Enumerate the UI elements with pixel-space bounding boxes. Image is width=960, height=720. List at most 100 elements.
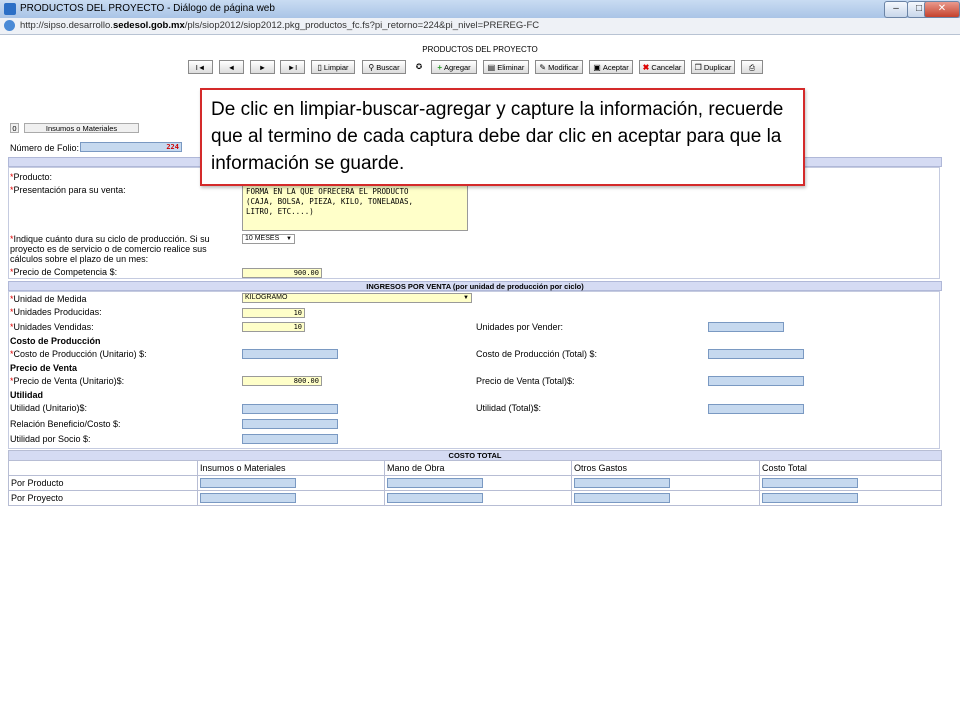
page-icon: [4, 20, 15, 31]
minimize-button[interactable]: –: [884, 1, 908, 18]
emblem-icon: ✪: [415, 62, 423, 71]
next-record-button[interactable]: ►: [250, 60, 275, 74]
unidades-producidas-field[interactable]: 10: [242, 308, 305, 318]
first-record-button[interactable]: I◄: [188, 60, 213, 74]
table-row: Por Proyecto: [8, 490, 942, 506]
column-header: Otros Gastos: [571, 460, 760, 476]
presentacion-textarea[interactable]: FORMA EN LA QUE OFRECERA EL PRODUCTO (CA…: [242, 185, 468, 231]
costo-total-table: COSTO TOTAL Insumos o Materiales Mano de…: [8, 450, 942, 506]
duplicar-button[interactable]: ❐ Duplicar: [691, 60, 735, 74]
producto-costo-total-field[interactable]: [762, 478, 858, 488]
last-record-button[interactable]: ►I: [280, 60, 305, 74]
producto-insumos-field[interactable]: [200, 478, 296, 488]
page-title: PRODUCTOS DEL PROYECTO: [422, 45, 538, 54]
ingresos-panel: [8, 291, 940, 449]
precio-venta-total-label: Precio de Venta (Total)$:: [476, 376, 575, 386]
address-bar: http://sipso.desarrollo.sedesol.gob.mx/p…: [0, 18, 960, 35]
page-icon: ▯: [317, 63, 322, 72]
search-icon: ⚲: [368, 63, 375, 72]
unidades-por-vender-field[interactable]: [708, 322, 784, 332]
unidad-medida-select[interactable]: KILOGRAMO ▼: [242, 293, 472, 303]
aceptar-button[interactable]: ▣ Aceptar: [589, 60, 633, 74]
unidades-por-vender-label: Unidades por Vender:: [476, 322, 564, 332]
delete-icon: ▤: [487, 63, 496, 72]
proyecto-otros-gastos-field[interactable]: [574, 493, 670, 503]
precio-venta-title: Precio de Venta: [10, 363, 78, 373]
prev-record-button[interactable]: ◄: [219, 60, 244, 74]
utilidad-unitario-label: Utilidad (Unitario)$:: [10, 403, 88, 413]
relacion-field[interactable]: [242, 419, 338, 429]
costo-total-label: Costo de Producción (Total) $:: [476, 349, 598, 359]
column-header: Mano de Obra: [384, 460, 572, 476]
limpiar-button[interactable]: ▯ Limpiar: [311, 60, 355, 74]
folio-label: Número de Folio:: [10, 143, 80, 153]
producto-mano-obra-field[interactable]: [387, 478, 483, 488]
precio-competencia-field[interactable]: 900.00: [242, 268, 322, 278]
eliminar-button[interactable]: ▤ Eliminar: [483, 60, 529, 74]
close-button[interactable]: ✕: [924, 1, 960, 18]
column-header: Insumos o Materiales: [197, 460, 385, 476]
table-row: Por Producto: [8, 475, 942, 491]
ingresos-header: INGRESOS POR VENTA (por unidad de produc…: [8, 281, 942, 291]
unidad-medida-label: *Unidad de Medida: [10, 294, 87, 304]
presentacion-label: *Presentación para su venta:: [10, 185, 126, 195]
costo-unitario-field[interactable]: [242, 349, 338, 359]
first-icon: I◄: [195, 63, 206, 72]
producto-label: *Producto:: [10, 172, 53, 182]
producto-otros-gastos-field[interactable]: [574, 478, 670, 488]
precio-venta-unitario-field[interactable]: 800.00: [242, 376, 322, 386]
row-label: Por Producto: [8, 475, 198, 491]
utilidad-total-label: Utilidad (Total)$:: [476, 403, 542, 413]
ie-icon: [4, 3, 16, 15]
utilidad-unitario-field[interactable]: [242, 404, 338, 414]
costo-unitario-label: *Costo de Producción (Unitario) $:: [10, 349, 147, 359]
costo-total-field[interactable]: [708, 349, 804, 359]
agregar-button[interactable]: + Agregar: [431, 60, 477, 74]
chevron-down-icon: ▼: [463, 295, 469, 301]
costo-produccion-title: Costo de Producción: [10, 336, 101, 346]
row-label: Por Proyecto: [8, 490, 198, 506]
plus-icon: +: [437, 63, 442, 72]
cancel-icon: ✖: [642, 63, 650, 72]
url-text: http://sipso.desarrollo.sedesol.gob.mx/p…: [20, 20, 540, 31]
relacion-label: Relación Beneficio/Costo $:: [10, 419, 121, 429]
instruction-callout: De clic en limpiar-buscar-agregar y capt…: [200, 88, 805, 186]
modificar-button[interactable]: ✎ Modificar: [535, 60, 583, 74]
proyecto-mano-obra-field[interactable]: [387, 493, 483, 503]
costo-total-header: COSTO TOTAL: [8, 450, 942, 461]
utilidad-socio-label: Utilidad por Socio $:: [10, 434, 91, 444]
precio-competencia-label: *Precio de Competencia $:: [10, 267, 118, 277]
chevron-down-icon: ▼: [286, 236, 292, 242]
window-title: PRODUCTOS DEL PROYECTO - Diálogo de pági…: [20, 3, 275, 14]
unidades-vendidas-label: *Unidades Vendidas:: [10, 322, 94, 332]
utilidad-socio-field[interactable]: [242, 434, 338, 444]
prev-icon: ◄: [227, 63, 236, 72]
insumos-materiales-button[interactable]: Insumos o Materiales: [24, 123, 139, 133]
utilidad-total-field[interactable]: [708, 404, 804, 414]
buscar-button[interactable]: ⚲ Buscar: [362, 60, 406, 74]
unidades-producidas-label: *Unidades Producidas:: [10, 307, 102, 317]
ciclo-label-3: cálculos sobre el plazo de un mes:: [10, 254, 149, 264]
folio-field[interactable]: 224: [80, 142, 182, 152]
last-icon: ►I: [287, 63, 298, 72]
printer-icon: ⎙: [749, 63, 755, 72]
proyecto-insumos-field[interactable]: [200, 493, 296, 503]
window-titlebar: PRODUCTOS DEL PROYECTO - Diálogo de pági…: [0, 0, 960, 19]
copy-icon: ❐: [694, 63, 702, 72]
ciclo-select[interactable]: 10 MESES ▼: [242, 234, 295, 244]
cancelar-button[interactable]: ✖ Cancelar: [639, 60, 685, 74]
next-icon: ►: [258, 63, 267, 72]
unidades-vendidas-field[interactable]: 10: [242, 322, 305, 332]
precio-venta-total-field[interactable]: [708, 376, 804, 386]
proyecto-costo-total-field[interactable]: [762, 493, 858, 503]
column-header: Costo Total: [759, 460, 942, 476]
ciclo-label-2: proyecto es de servicio o de comercio re…: [10, 244, 207, 254]
precio-venta-unitario-label: *Precio de Venta (Unitario)$:: [10, 376, 125, 386]
edit-icon: ✎: [539, 63, 547, 72]
save-icon: ▣: [593, 63, 601, 72]
insumos-checkbox[interactable]: 0: [10, 123, 19, 133]
utilidad-title: Utilidad: [10, 390, 43, 400]
ciclo-label-1: *Indique cuánto dura su ciclo de producc…: [10, 234, 210, 244]
print-button[interactable]: ⎙: [741, 60, 763, 74]
table-corner: [8, 460, 198, 476]
